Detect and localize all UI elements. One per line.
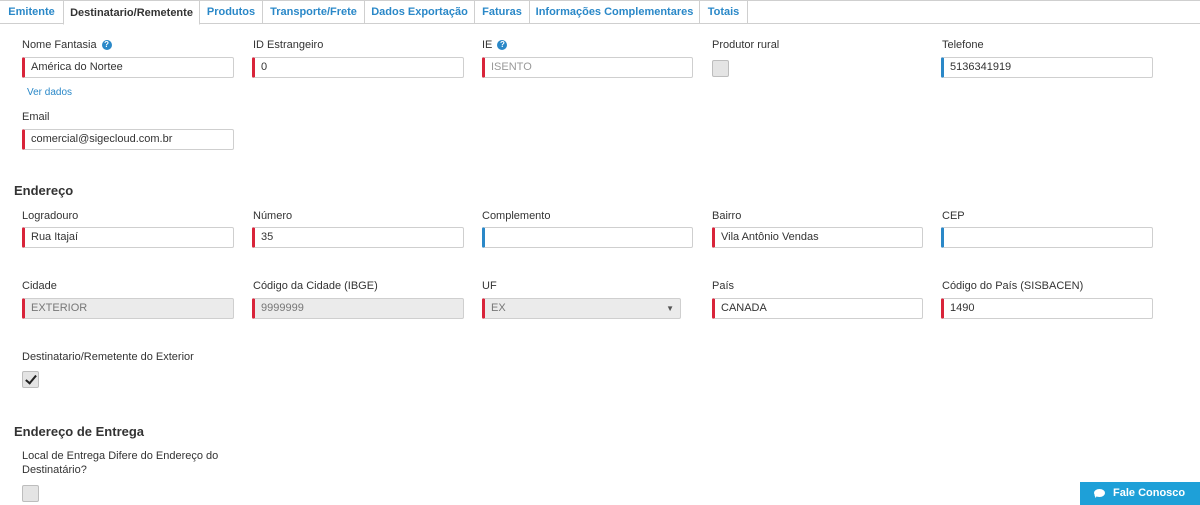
codigo-cidade-input[interactable]: 9999999	[252, 298, 464, 319]
nome-fantasia-label-text: Nome Fantasia	[22, 39, 97, 51]
tab-transporte-frete[interactable]: Transporte/Frete	[263, 0, 365, 24]
question-icon[interactable]: ?	[497, 40, 508, 50]
numero-label: Número	[253, 210, 293, 222]
cep-input[interactable]	[941, 227, 1153, 248]
tab-emitente[interactable]: Emitente	[0, 0, 64, 24]
entrega-difere-label: Local de Entrega Difere do Endereço do D…	[22, 450, 219, 476]
complemento-input[interactable]	[482, 227, 693, 248]
tab-informacoes-complementares[interactable]: Informações Complementares	[530, 0, 700, 24]
uf-label: UF	[482, 280, 497, 292]
numero-input[interactable]: 35	[252, 227, 464, 248]
ie-label-text: IE	[482, 39, 493, 51]
tab-totais[interactable]: Totais	[700, 0, 748, 24]
id-estrangeiro-label: ID Estrangeiro	[253, 39, 324, 51]
cidade-input[interactable]: EXTERIOR	[22, 298, 234, 319]
fale-conosco-button[interactable]: Fale Conosco	[1080, 482, 1200, 505]
codigo-pais-label: Código do País (SISBACEN)	[942, 280, 1084, 292]
exterior-checkbox[interactable]	[22, 371, 39, 388]
tab-bar: Emitente Destinatario/Remetente Produtos…	[0, 0, 1200, 25]
uf-select-value: EX	[491, 302, 506, 314]
ie-label: IE?	[482, 39, 508, 51]
pais-input[interactable]: CANADA	[712, 298, 923, 319]
fale-conosco-label: Fale Conosco	[1113, 487, 1186, 499]
telefone-label: Telefone	[942, 39, 984, 51]
chat-bubble-icon	[1094, 489, 1105, 497]
caret-down-icon: ▼	[666, 304, 674, 313]
tab-produtos[interactable]: Produtos	[200, 0, 263, 24]
endereco-section-title: Endereço	[14, 183, 74, 198]
codigo-pais-input[interactable]: 1490	[941, 298, 1153, 319]
uf-select[interactable]: EX ▼	[482, 298, 681, 319]
produtor-rural-label: Produtor rural	[712, 39, 780, 51]
nome-fantasia-input[interactable]: América do Nortee	[22, 57, 234, 78]
nome-fantasia-label: Nome Fantasia?	[22, 39, 112, 51]
exterior-label: Destinatario/Remetente do Exterior	[22, 351, 194, 363]
tab-faturas[interactable]: Faturas	[475, 0, 530, 24]
telefone-input[interactable]: 5136341919	[941, 57, 1153, 78]
cidade-label: Cidade	[22, 280, 57, 292]
logradouro-input[interactable]: Rua Itajaí	[22, 227, 234, 248]
logradouro-label: Logradouro	[22, 210, 79, 222]
cep-label: CEP	[942, 210, 965, 222]
tab-destinatario-remetente[interactable]: Destinatario/Remetente	[63, 0, 200, 25]
ie-input[interactable]: ISENTO	[482, 57, 693, 78]
pais-label: País	[712, 280, 735, 292]
email-label: Email	[22, 111, 50, 123]
id-estrangeiro-input[interactable]: 0	[252, 57, 464, 78]
bairro-input[interactable]: Vila Antônio Vendas	[712, 227, 923, 248]
entrega-section-title: Endereço de Entrega	[14, 424, 145, 439]
produtor-rural-checkbox[interactable]	[712, 60, 729, 77]
entrega-difere-checkbox[interactable]	[22, 485, 39, 502]
email-input[interactable]: comercial@sigecloud.com.br	[22, 129, 234, 150]
bairro-label: Bairro	[712, 210, 742, 222]
ver-dados-link[interactable]: Ver dados	[27, 87, 72, 98]
codigo-cidade-label: Código da Cidade (IBGE)	[253, 280, 378, 292]
tab-dados-exportacao[interactable]: Dados Exportação	[365, 0, 475, 24]
complemento-label: Complemento	[482, 210, 551, 222]
question-icon[interactable]: ?	[101, 40, 112, 50]
